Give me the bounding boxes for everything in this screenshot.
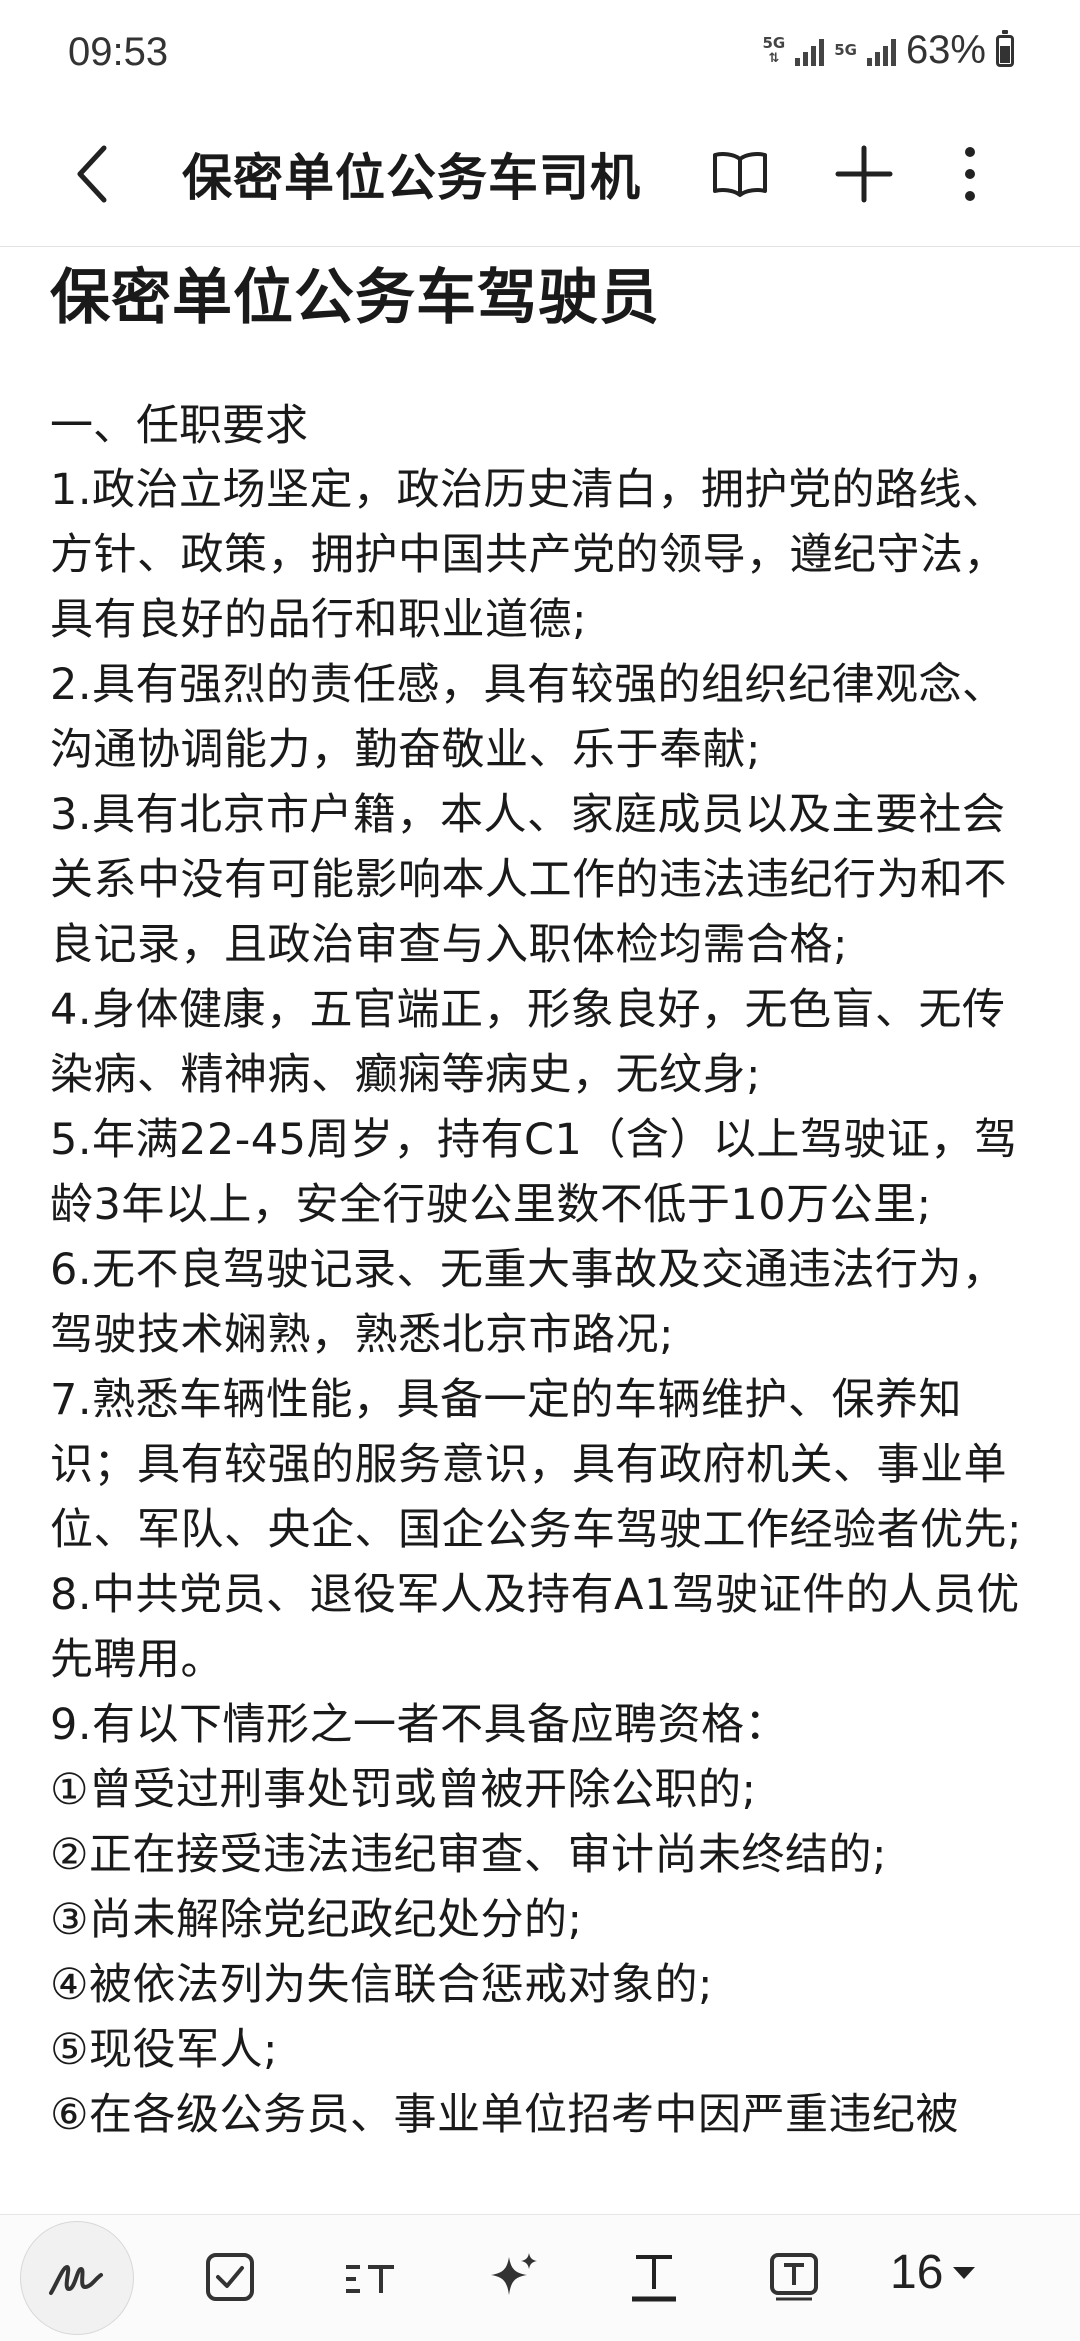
note-content[interactable]: 保密单位公务车驾驶员 一、任职要求 1.政治立场坚定，政治历史清白，拥护党的路线…	[50, 250, 1030, 2148]
paragraph: 2.具有强烈的责任感，具有较强的组织纪律观念、沟通协调能力，勤奋敬业、乐于奉献;	[50, 660, 1006, 775]
drawing-button[interactable]	[20, 2221, 134, 2335]
more-options-button[interactable]	[930, 134, 1010, 214]
network-label: 5G	[762, 33, 786, 52]
network-label-2: 5G	[834, 41, 857, 59]
status-time: 09:53	[68, 30, 169, 74]
text-style-icon	[346, 2265, 394, 2293]
text-format-icon	[632, 2255, 676, 2302]
paragraph: 4.身体健康，五官端正，形象良好，无色盲、无传染病、精神病、癫痫等病史，无纹身;	[50, 985, 1006, 1100]
font-size-selector[interactable]: 16	[890, 2245, 977, 2300]
note-toolbar: 保密单位公务车司机	[0, 110, 1080, 247]
back-arrow-icon	[77, 145, 107, 203]
paragraph: ①曾受过刑事处罚或曾被开除公职的;	[50, 1765, 757, 1815]
paragraph: ③尚未解除党纪政纪处分的;	[50, 1895, 583, 1945]
pen-icon	[49, 2265, 103, 2295]
paragraph: ②正在接受违法违纪审查、审计尚未终结的;	[50, 1830, 888, 1880]
checkbox-icon	[206, 2253, 254, 2301]
paragraph: 5.年满22-45周岁，持有C1（含）以上驾驶证，驾龄3年以上，安全行驶公里数不…	[50, 1115, 1018, 1230]
editor-bottom-toolbar: 16	[0, 2214, 1080, 2341]
text-format-button[interactable]	[614, 2237, 694, 2317]
paragraph: 7.熟悉车辆性能，具备一定的车辆维护、保养知识；具有较强的服务意识，具有政府机关…	[50, 1375, 1022, 1555]
note-title[interactable]: 保密单位公务车司机	[182, 138, 641, 210]
data-arrows-icon: ⇅	[768, 50, 780, 66]
status-bar: 09:53 5G ⇅ 5G 63%	[0, 0, 1080, 110]
paragraph: ⑤现役军人;	[50, 2025, 279, 2075]
paragraph: 9.有以下情形之一者不具备应聘资格：	[50, 1700, 789, 1750]
ai-sparkle-icon	[491, 2253, 537, 2295]
paragraph: ④被依法列为失信联合惩戒对象的;	[50, 1960, 714, 2010]
status-indicators: 5G ⇅ 5G 63%	[762, 28, 1014, 73]
font-size-value: 16	[890, 2246, 944, 2299]
battery-icon	[996, 29, 1014, 67]
paragraph: 6.无不良驾驶记录、无重大事故及交通违法行为，驾驶技术娴熟，熟悉北京市路况;	[50, 1245, 1006, 1360]
paragraph: ⑥在各级公务员、事业单位招考中因严重违纪被	[50, 2090, 960, 2140]
section-title: 一、任职要求	[50, 401, 308, 451]
paragraph: 8.中共党员、退役军人及持有A1驾驶证件的人员优先聘用。	[50, 1570, 1020, 1685]
back-button[interactable]	[72, 134, 142, 214]
network-5g-icon-2: 5G	[834, 43, 857, 58]
more-vertical-icon	[965, 147, 975, 201]
dropdown-arrow-icon	[953, 2266, 976, 2279]
plus-icon	[835, 145, 893, 203]
text-style-button[interactable]	[330, 2237, 410, 2317]
battery-percent: 63%	[905, 28, 986, 72]
add-button[interactable]	[824, 134, 904, 214]
checklist-button[interactable]	[190, 2237, 270, 2317]
document-heading: 保密单位公务车驾驶员	[50, 263, 660, 333]
signal-icon	[795, 36, 825, 66]
reading-mode-button[interactable]	[700, 134, 780, 214]
network-5g-icon: 5G ⇅	[762, 33, 786, 66]
text-box-button[interactable]	[754, 2237, 834, 2317]
battery-fill	[1000, 46, 1010, 63]
paragraph: 3.具有北京市户籍，本人、家庭成员以及主要社会关系中没有可能影响本人工作的违法违…	[50, 790, 1007, 970]
text-box-icon	[770, 2253, 818, 2301]
book-icon	[713, 152, 767, 197]
paragraph: 1.政治立场坚定，政治历史清白，拥护党的路线、方针、政策，拥护中国共产党的领导，…	[50, 465, 1007, 645]
ai-assist-button[interactable]	[473, 2237, 553, 2317]
signal-icon-2	[866, 36, 896, 66]
